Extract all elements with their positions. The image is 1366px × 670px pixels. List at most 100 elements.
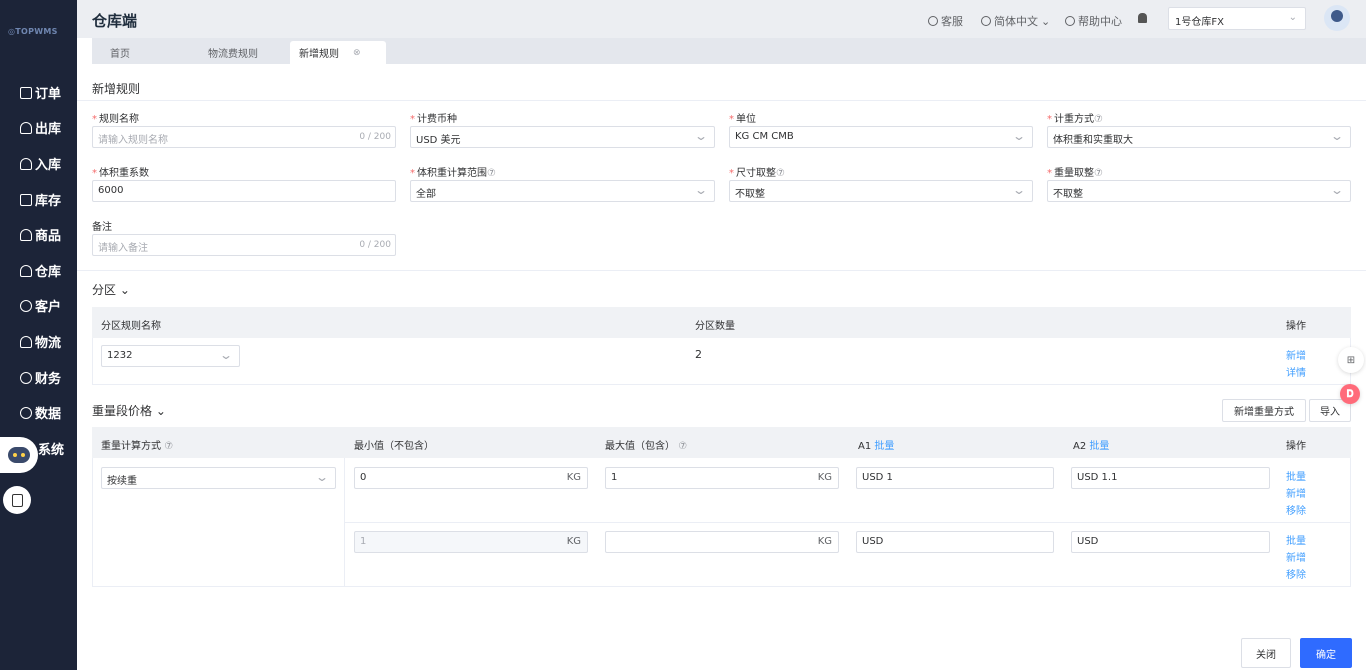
currency-select[interactable]: USD 美元 ⌄ bbox=[410, 126, 715, 148]
box-out-icon bbox=[20, 121, 32, 134]
chevron-down-icon: ⌄ bbox=[1329, 129, 1345, 143]
row-batch-link[interactable]: 批量 bbox=[1286, 532, 1306, 547]
sidebar-item-inbound[interactable]: 入库 bbox=[20, 154, 61, 173]
language-select[interactable]: 简体中文 ⌄ bbox=[981, 13, 1050, 29]
row-add-link[interactable]: 新增 bbox=[1286, 549, 1306, 564]
warehouse-select[interactable]: 1号仓库FX ⌄ bbox=[1168, 7, 1306, 30]
divider bbox=[77, 100, 1366, 101]
sidebar-item-data[interactable]: 数据 bbox=[20, 403, 61, 422]
bell-icon[interactable] bbox=[1138, 13, 1147, 23]
sidebar-item-logistics[interactable]: 物流 bbox=[20, 332, 61, 351]
zone-section-toggle[interactable]: 分区 ⌄ bbox=[92, 281, 130, 298]
sidebar-item-outbound[interactable]: 出库 bbox=[20, 118, 61, 137]
min-value-input[interactable]: 0 KG bbox=[354, 467, 588, 489]
a1-price-input[interactable]: USD bbox=[856, 531, 1054, 553]
close-icon[interactable]: ⊗ bbox=[353, 48, 361, 58]
row-remove-link[interactable]: 移除 bbox=[1286, 502, 1306, 517]
size-round-select[interactable]: 不取整 ⌄ bbox=[729, 180, 1033, 202]
weight-round-label: * 重量取整⑦ bbox=[1047, 168, 1103, 179]
inventory-icon bbox=[20, 193, 32, 206]
robot-assistant-icon[interactable] bbox=[0, 437, 38, 473]
customer-service-button[interactable]: 客服 bbox=[928, 13, 963, 29]
unit-label: * 单位 bbox=[729, 114, 756, 125]
chevron-down-icon: ⌄ bbox=[1041, 14, 1051, 28]
tab-home[interactable]: 首页 bbox=[110, 41, 190, 64]
data-icon bbox=[20, 406, 32, 419]
zone-count: 2 bbox=[695, 348, 702, 361]
sidebar: ◎TOPWMS 订单 出库 入库 库存 商品 仓库 客户 物流 财务 数据 系统 bbox=[0, 0, 77, 670]
chevron-down-icon: ⌄ bbox=[1329, 183, 1345, 197]
tab-new-rule[interactable]: 新增规则 ⊗ bbox=[290, 41, 386, 64]
sidebar-item-system[interactable]: 系统 bbox=[38, 439, 64, 458]
weight-table-header: 重量计算方式 ⑦ 最小值（不包含） 最大值（包含） ⑦ A1 批量 A2 批量 … bbox=[92, 427, 1351, 458]
zone-detail-link[interactable]: 详情 bbox=[1286, 364, 1306, 379]
row-remove-link[interactable]: 移除 bbox=[1286, 566, 1306, 581]
zone-table-header: 分区规则名称 分区数量 操作 bbox=[92, 307, 1351, 338]
sidebar-item-inventory[interactable]: 库存 bbox=[20, 190, 61, 209]
confirm-button[interactable]: 确定 bbox=[1300, 638, 1352, 668]
apps-grid-icon[interactable]: ⊞ bbox=[1338, 347, 1364, 373]
notepad-icon[interactable] bbox=[3, 486, 31, 514]
headset-icon bbox=[928, 16, 938, 26]
calc-method-select[interactable]: 体积重和实重取大 ⌄ bbox=[1047, 126, 1351, 148]
max-value-input[interactable]: KG bbox=[605, 531, 839, 553]
chevron-down-icon: ⌄ bbox=[693, 183, 709, 197]
sidebar-item-goods[interactable]: 商品 bbox=[20, 225, 61, 244]
row-batch-link[interactable]: 批量 bbox=[1286, 468, 1306, 483]
rule-name-input[interactable]: 请输入规则名称 0 / 200 bbox=[92, 126, 396, 148]
translate-icon[interactable]: 𝐃 bbox=[1340, 384, 1360, 404]
row-add-link[interactable]: 新增 bbox=[1286, 485, 1306, 500]
app-title: 仓库端 bbox=[92, 12, 138, 30]
max-value-input[interactable]: 1 KG bbox=[605, 467, 839, 489]
list-icon bbox=[20, 86, 32, 99]
chevron-down-icon: ⌄ bbox=[314, 470, 330, 484]
shopping-bag-icon bbox=[20, 228, 32, 241]
chevron-down-icon: ⌄ bbox=[155, 404, 166, 418]
vol-range-select[interactable]: 全部 ⌄ bbox=[410, 180, 715, 202]
chevron-down-icon: ⌄ bbox=[1011, 129, 1027, 143]
user-icon bbox=[20, 299, 32, 312]
page-title: 新增规则 bbox=[92, 82, 141, 96]
weight-method-select[interactable]: 按续重 ⌄ bbox=[101, 467, 336, 489]
topbar: 仓库端 客服 简体中文 ⌄ 帮助中心 1号仓库FX ⌄ bbox=[77, 0, 1366, 38]
sidebar-item-customer[interactable]: 客户 bbox=[20, 296, 61, 315]
vol-factor-label: * 体积重系数 bbox=[92, 168, 149, 179]
zone-add-link[interactable]: 新增 bbox=[1286, 347, 1306, 362]
globe-icon bbox=[981, 16, 991, 26]
remark-label: 备注 bbox=[92, 222, 112, 233]
vol-range-label: * 体积重计算范围⑦ bbox=[410, 168, 496, 179]
rule-name-label: * 规则名称 bbox=[92, 114, 139, 125]
a2-batch-link[interactable]: 批量 bbox=[1089, 441, 1109, 452]
unit-select[interactable]: KG CM CMB ⌄ bbox=[729, 126, 1033, 148]
weight-section-toggle[interactable]: 重量段价格 ⌄ bbox=[92, 402, 166, 419]
add-weight-method-button[interactable]: 新增重量方式 bbox=[1222, 399, 1306, 422]
a2-price-input[interactable]: USD bbox=[1071, 531, 1270, 553]
sidebar-item-warehouse[interactable]: 仓库 bbox=[20, 261, 61, 280]
size-round-label: * 尺寸取整⑦ bbox=[729, 168, 785, 179]
divider bbox=[345, 522, 1351, 523]
avatar[interactable] bbox=[1324, 5, 1350, 31]
help-icon bbox=[1065, 16, 1075, 26]
zone-table-row bbox=[92, 338, 1351, 385]
a2-price-input[interactable]: USD 1.1 bbox=[1071, 467, 1270, 489]
vol-factor-input[interactable]: 6000 bbox=[92, 180, 396, 202]
chevron-down-icon: ⌄ bbox=[1011, 183, 1027, 197]
sidebar-item-finance[interactable]: 财务 bbox=[20, 368, 61, 387]
sidebar-item-order[interactable]: 订单 bbox=[20, 83, 61, 102]
currency-label: * 计费币种 bbox=[410, 114, 457, 125]
a1-price-input[interactable]: USD 1 bbox=[856, 467, 1054, 489]
help-center-button[interactable]: 帮助中心 bbox=[1065, 13, 1122, 29]
warehouse-icon bbox=[20, 264, 32, 277]
remark-input[interactable]: 请输入备注 0 / 200 bbox=[92, 234, 396, 256]
chevron-down-icon: ⌄ bbox=[693, 129, 709, 143]
tab-logistics-rules[interactable]: 物流费规则 bbox=[208, 41, 298, 64]
logo: ◎TOPWMS bbox=[8, 27, 58, 36]
chevron-down-icon: ⌄ bbox=[1288, 12, 1297, 23]
a1-batch-link[interactable]: 批量 bbox=[874, 441, 894, 452]
weight-round-select[interactable]: 不取整 ⌄ bbox=[1047, 180, 1351, 202]
close-button[interactable]: 关闭 bbox=[1241, 638, 1291, 668]
zone-name-select[interactable]: 1232 ⌄ bbox=[101, 345, 240, 367]
chevron-down-icon: ⌄ bbox=[218, 348, 234, 362]
divider bbox=[77, 270, 1366, 271]
box-in-icon bbox=[20, 157, 32, 170]
